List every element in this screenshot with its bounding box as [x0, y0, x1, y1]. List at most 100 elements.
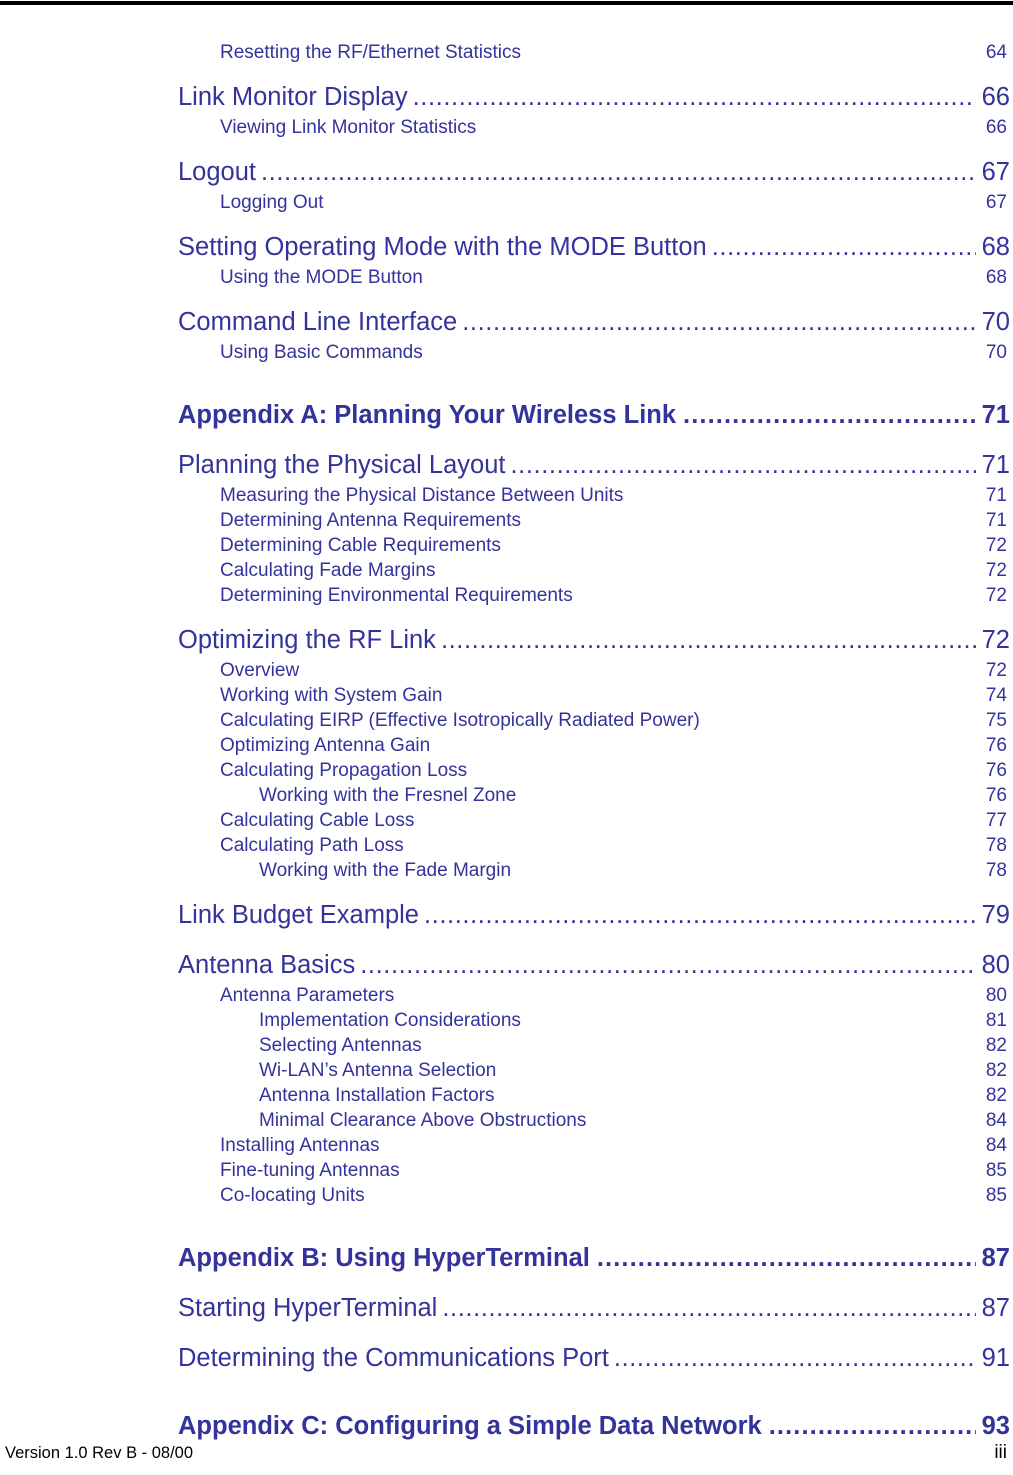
toc-entry-title: Calculating Propagation Loss — [220, 760, 468, 781]
toc-entry-title: Fine-tuning Antennas — [220, 1160, 400, 1181]
toc-entry[interactable]: Working with System Gain................… — [0, 683, 1013, 708]
toc-entry-page-number: 70 — [981, 308, 1010, 336]
toc-entry[interactable]: Command Line Interface..................… — [0, 304, 1013, 340]
toc-entry-page-number: 70 — [985, 342, 1007, 363]
toc-entry[interactable]: Determining Antenna Requirements........… — [0, 508, 1013, 533]
toc-entry-page-number: 75 — [985, 710, 1007, 731]
toc-entry[interactable]: Selecting Antennas......................… — [0, 1033, 1013, 1058]
toc-entry-page-number: 74 — [985, 685, 1007, 706]
toc-entry[interactable]: Antenna Installation Factors............… — [0, 1083, 1013, 1108]
toc-entry-page-number: 80 — [985, 985, 1007, 1006]
toc-entry[interactable]: Implementation Considerations...........… — [0, 1008, 1013, 1033]
toc-entry-page-number: 76 — [985, 785, 1007, 806]
toc-entry[interactable]: Resetting the RF/Ethernet Statistics....… — [0, 40, 1013, 65]
toc-entry-title: Link Budget Example — [178, 901, 419, 929]
toc-entry[interactable]: Setting Operating Mode with the MODE But… — [0, 229, 1013, 265]
toc-entry[interactable]: Minimal Clearance Above Obstructions....… — [0, 1108, 1013, 1133]
toc-entry[interactable]: Calculating EIRP (Effective Isotropicall… — [0, 708, 1013, 733]
toc-entry[interactable]: Link Budget Example.....................… — [0, 897, 1013, 933]
toc-entry-title: Working with the Fade Margin — [259, 860, 512, 881]
toc-entry[interactable]: Determining the Communications Port.....… — [0, 1340, 1013, 1376]
footer-version: Version 1.0 Rev B - 08/00 — [5, 1444, 194, 1462]
toc-dot-leader: ........................................… — [596, 1244, 976, 1272]
toc-entry-title: Working with System Gain — [220, 685, 443, 706]
toc-entry-title: Installing Antennas — [220, 1135, 380, 1156]
toc-entry[interactable]: Logout..................................… — [0, 154, 1013, 190]
toc-entry-title: Antenna Parameters — [220, 985, 395, 1006]
toc-entry-title: Selecting Antennas — [259, 1035, 422, 1056]
toc-entry-page-number: 76 — [985, 735, 1007, 756]
toc-entry-title: Calculating Path Loss — [220, 835, 404, 856]
toc-entry[interactable]: Antenna Parameters......................… — [0, 983, 1013, 1008]
toc-dot-leader: ........................................… — [412, 83, 976, 111]
toc-entry-title: Co-locating Units — [220, 1185, 365, 1206]
toc-entry[interactable]: Calculating Propagation Loss............… — [0, 758, 1013, 783]
toc-entry-title: Planning the Physical Layout — [178, 451, 506, 479]
toc-entry[interactable]: Calculating Fade Margins................… — [0, 558, 1013, 583]
toc-entry-title: Antenna Basics — [178, 951, 356, 979]
toc-entry[interactable]: Overview................................… — [0, 658, 1013, 683]
toc-entry[interactable]: Co-locating Units.......................… — [0, 1183, 1013, 1208]
toc-entry[interactable]: Wi-LAN’s Antenna Selection..............… — [0, 1058, 1013, 1083]
table-of-contents: Resetting the RF/Ethernet Statistics....… — [0, 40, 1013, 1444]
toc-entry[interactable]: Working with the Fresnel Zone...........… — [0, 783, 1013, 808]
toc-entry-title: Resetting the RF/Ethernet Statistics — [220, 42, 521, 63]
toc-dot-leader: ........................................… — [683, 401, 976, 429]
toc-entry-page-number: 87 — [981, 1244, 1010, 1272]
toc-entry-page-number: 72 — [985, 560, 1007, 581]
toc-entry-title: Overview — [220, 660, 300, 681]
toc-entry[interactable]: Optimizing the RF Link..................… — [0, 622, 1013, 658]
toc-entry-title: Optimizing the RF Link — [178, 626, 436, 654]
toc-entry-title: Determining the Communications Port — [178, 1344, 609, 1372]
toc-entry[interactable]: Appendix A: Planning Your Wireless Link.… — [0, 397, 1013, 433]
toc-entry-page-number: 82 — [985, 1085, 1007, 1106]
toc-entry-page-number: 78 — [985, 860, 1007, 881]
toc-entry-title: Link Monitor Display — [178, 83, 408, 111]
toc-entry[interactable]: Planning the Physical Layout............… — [0, 447, 1013, 483]
toc-entry[interactable]: Antenna Basics..........................… — [0, 947, 1013, 983]
toc-entry[interactable]: Logging Out.............................… — [0, 190, 1013, 215]
toc-entry[interactable]: Fine-tuning Antennas....................… — [0, 1158, 1013, 1183]
toc-entry-page-number: 67 — [985, 192, 1007, 213]
toc-entry-title: Viewing Link Monitor Statistics — [220, 117, 477, 138]
toc-entry-title: Minimal Clearance Above Obstructions — [259, 1110, 587, 1131]
toc-entry[interactable]: Determining Cable Requirements..........… — [0, 533, 1013, 558]
toc-entry-title: Appendix A: Planning Your Wireless Link — [178, 401, 677, 429]
toc-entry[interactable]: Working with the Fade Margin............… — [0, 858, 1013, 883]
toc-entry-page-number: 91 — [981, 1344, 1010, 1372]
toc-entry-title: Calculating Cable Loss — [220, 810, 415, 831]
toc-entry-page-number: 84 — [985, 1110, 1007, 1131]
toc-entry-title: Appendix C: Configuring a Simple Data Ne… — [178, 1412, 762, 1440]
toc-entry[interactable]: Optimizing Antenna Gain.................… — [0, 733, 1013, 758]
toc-entry[interactable]: Link Monitor Display....................… — [0, 79, 1013, 115]
toc-entry[interactable]: Viewing Link Monitor Statistics.........… — [0, 115, 1013, 140]
toc-entry-title: Implementation Considerations — [259, 1010, 521, 1031]
toc-entry-page-number: 81 — [985, 1010, 1007, 1031]
toc-entry-page-number: 76 — [985, 760, 1007, 781]
toc-entry[interactable]: Appendix C: Configuring a Simple Data Ne… — [0, 1408, 1013, 1444]
toc-entry-title: Antenna Installation Factors — [259, 1085, 495, 1106]
toc-dot-leader: ........................................… — [423, 901, 976, 929]
toc-entry[interactable]: Starting HyperTerminal..................… — [0, 1290, 1013, 1326]
toc-entry-page-number: 71 — [985, 485, 1007, 506]
toc-dot-leader: ........................................… — [711, 233, 976, 261]
toc-dot-leader: ........................................… — [462, 308, 976, 336]
toc-entry-page-number: 71 — [981, 401, 1010, 429]
toc-entry[interactable]: Using Basic Commands....................… — [0, 340, 1013, 365]
toc-entry[interactable]: Calculating Path Loss...................… — [0, 833, 1013, 858]
toc-entry[interactable]: Calculating Cable Loss..................… — [0, 808, 1013, 833]
toc-entry-page-number: 82 — [985, 1035, 1007, 1056]
toc-dot-leader: ........................................… — [442, 1294, 976, 1322]
toc-entry[interactable]: Installing Antennas.....................… — [0, 1133, 1013, 1158]
toc-entry-page-number: 72 — [981, 626, 1010, 654]
page-top-rule — [0, 1, 1013, 5]
toc-entry-page-number: 71 — [981, 451, 1010, 479]
toc-entry-title: Determining Cable Requirements — [220, 535, 501, 556]
toc-entry-title: Calculating Fade Margins — [220, 560, 436, 581]
toc-entry[interactable]: Measuring the Physical Distance Between … — [0, 483, 1013, 508]
toc-dot-leader: ........................................… — [768, 1412, 976, 1440]
toc-entry[interactable]: Determining Environmental Requirements..… — [0, 583, 1013, 608]
toc-entry-title: Wi-LAN’s Antenna Selection — [259, 1060, 497, 1081]
toc-entry[interactable]: Using the MODE Button...................… — [0, 265, 1013, 290]
toc-entry[interactable]: Appendix B: Using HyperTerminal.........… — [0, 1240, 1013, 1276]
